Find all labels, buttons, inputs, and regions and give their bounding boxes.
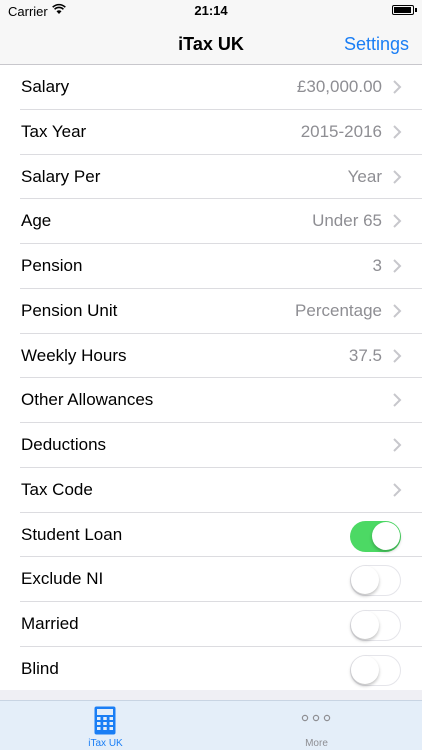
row-married: Married — [0, 602, 422, 647]
navigation-bar: iTax UK Settings — [0, 22, 422, 65]
chevron-right-icon — [393, 393, 402, 407]
exclude-ni-toggle[interactable] — [350, 565, 401, 597]
chevron-right-icon — [393, 483, 402, 497]
row-value: Percentage — [295, 300, 382, 320]
row-value: 2015-2016 — [300, 121, 382, 141]
tab-itax-uk[interactable]: iTax UK — [0, 701, 211, 751]
tab-label: More — [305, 738, 328, 749]
more-icon — [301, 714, 331, 722]
row-other-allowances[interactable]: Other Allowances — [0, 378, 422, 423]
battery-icon — [392, 5, 417, 15]
row-pension[interactable]: Pension 3 — [0, 244, 422, 289]
status-time: 21:14 — [194, 3, 228, 18]
married-toggle[interactable] — [350, 610, 401, 641]
tab-bar: iTax UK More — [0, 700, 422, 750]
row-value: 37.5 — [348, 345, 382, 365]
section-footer — [0, 690, 422, 700]
chevron-right-icon — [393, 125, 402, 139]
row-label: Deductions — [21, 435, 107, 454]
row-value: 3 — [372, 256, 382, 275]
row-salary-per[interactable]: Salary Per Year — [0, 154, 422, 200]
chevron-right-icon — [393, 348, 402, 363]
row-label: Student Loan — [21, 524, 123, 544]
row-label: Salary — [21, 77, 70, 96]
row-student-loan: Student Loan — [0, 512, 422, 558]
row-tax-code[interactable]: Tax Code — [0, 467, 422, 513]
chevron-right-icon — [393, 304, 402, 318]
chevron-right-icon — [393, 259, 402, 273]
row-blind: Blind — [0, 646, 422, 692]
chevron-right-icon — [393, 214, 402, 228]
row-label: Blind — [21, 658, 59, 678]
row-label: Pension Unit — [21, 300, 118, 320]
row-age[interactable]: Age Under 65 — [0, 199, 422, 244]
row-value: £30,000.00 — [296, 77, 382, 96]
row-tax-year[interactable]: Tax Year 2015-2016 — [0, 109, 422, 155]
row-label: Other Allowances — [21, 390, 154, 410]
row-label: Pension — [21, 256, 83, 275]
toggle-knob — [351, 655, 379, 684]
student-loan-toggle[interactable] — [350, 520, 401, 552]
row-salary[interactable]: Salary £30,000.00 — [0, 65, 422, 110]
row-exclude-ni: Exclude NI — [0, 557, 422, 602]
row-label: Married — [21, 614, 79, 633]
row-label: Weekly Hours — [21, 345, 127, 365]
chevron-right-icon — [393, 80, 402, 94]
settings-button[interactable]: Settings — [344, 34, 409, 55]
blind-toggle[interactable] — [350, 654, 401, 686]
row-label: Exclude NI — [21, 569, 104, 589]
row-label: Tax Year — [21, 121, 87, 141]
row-deductions[interactable]: Deductions — [0, 423, 422, 468]
row-label: Age — [21, 211, 52, 231]
row-weekly-hours[interactable]: Weekly Hours 37.5 — [0, 333, 422, 379]
row-value: Under 65 — [312, 211, 382, 231]
row-value: Year — [347, 166, 382, 186]
tab-more[interactable]: More — [211, 701, 422, 751]
tab-label: iTax UK — [88, 738, 123, 749]
calculator-icon — [94, 706, 116, 735]
chevron-right-icon — [393, 169, 402, 184]
chevron-right-icon — [393, 438, 402, 452]
status-bar: Carrier 21:14 — [0, 0, 422, 22]
toggle-knob — [351, 566, 379, 595]
toggle-knob — [351, 611, 379, 639]
toggle-knob — [372, 521, 400, 550]
settings-list: Salary £30,000.00 Tax Year 2015-2016 Sal… — [0, 65, 422, 692]
row-label: Tax Code — [21, 479, 93, 499]
row-pension-unit[interactable]: Pension Unit Percentage — [0, 288, 422, 334]
row-label: Salary Per — [21, 166, 101, 186]
